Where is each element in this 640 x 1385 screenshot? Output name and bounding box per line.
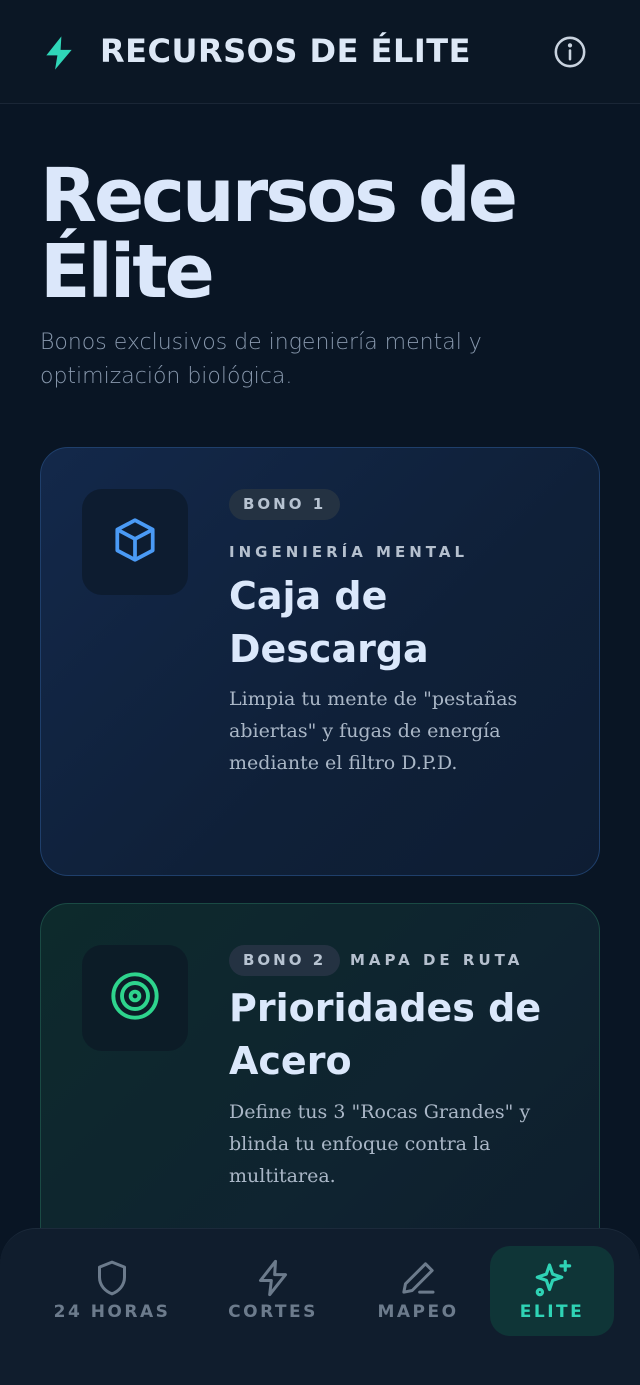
page-subtitle: Bonos exclusivos de ingeniería mental y … (40, 330, 482, 389)
nav-label: ELITE (519, 1302, 585, 1322)
bottom-navigation: 24 HORAS CORTES MAPEO ELITE (0, 1228, 640, 1385)
bonus-card-caja-de-descarga[interactable]: BONO 1 INGENIERÍA MENTAL Caja de Descarg… (40, 447, 600, 876)
info-icon[interactable] (553, 35, 587, 69)
nav-label: MAPEO (377, 1302, 459, 1322)
nav-item-elite[interactable]: ELITE (490, 1246, 614, 1336)
card-description: Limpia tu mente de "pestañas abiertas" y… (229, 688, 518, 774)
nav-item-24-horas[interactable]: 24 HORAS (50, 1246, 174, 1336)
cube-icon (110, 515, 160, 569)
app-title: RECURSOS DE ÉLITE (100, 32, 471, 70)
card-category: INGENIERÍA MENTAL (229, 543, 468, 561)
nav-item-cortes[interactable]: CORTES (211, 1246, 335, 1336)
bonus-badge: BONO 1 (229, 489, 341, 520)
card-title: Caja de Descarga (229, 574, 429, 671)
card-description: Define tus 3 "Rocas Grandes" y blinda tu… (229, 1101, 531, 1187)
card-category: MAPA DE RUTA (350, 951, 524, 969)
nav-label: CORTES (228, 1302, 318, 1322)
nav-item-mapeo[interactable]: MAPEO (356, 1246, 480, 1336)
bonus-badge: BONO 2 (229, 945, 341, 976)
card-icon-container (82, 945, 188, 1051)
nav-label: 24 HORAS (53, 1302, 171, 1322)
bolt-icon (40, 34, 78, 72)
card-title: Prioridades de Acero (229, 986, 542, 1083)
top-app-bar: RECURSOS DE ÉLITE (0, 0, 640, 104)
page-title: Recursos de Élite (40, 153, 518, 315)
card-icon-container (82, 489, 188, 595)
target-icon (109, 970, 161, 1026)
